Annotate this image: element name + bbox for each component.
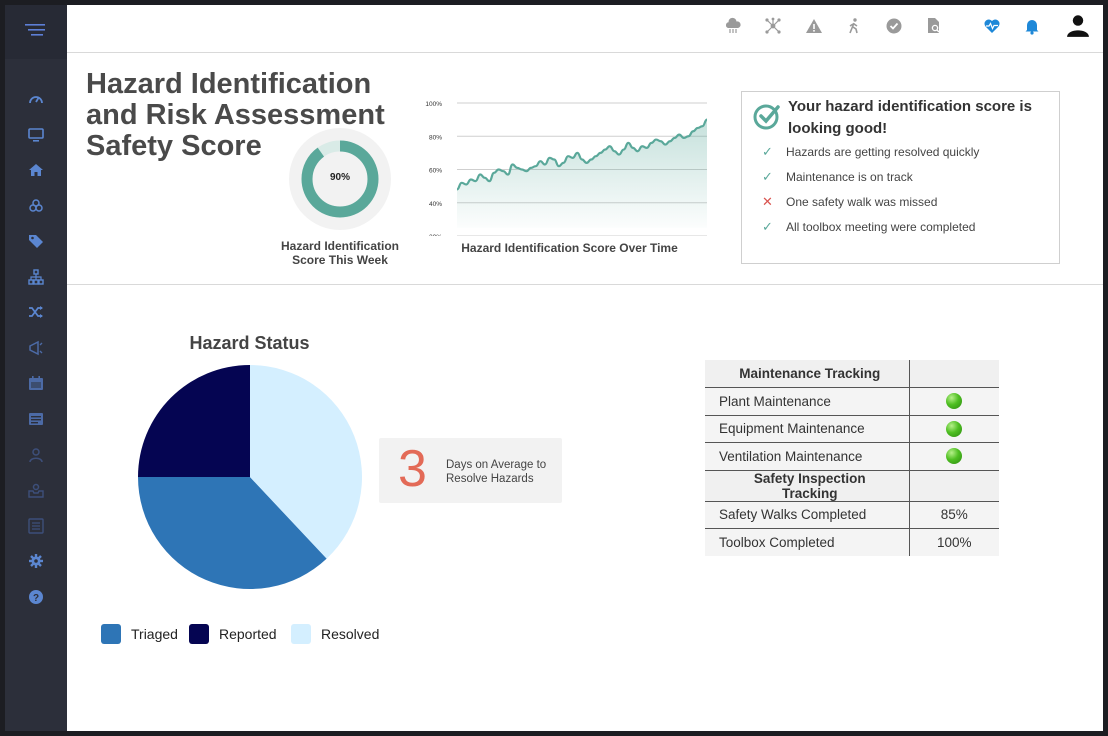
legend-label: Resolved (321, 626, 380, 642)
table-row: Toolbox Completed 100% (705, 528, 999, 556)
summary-item-text: All toolbox meeting were completed (786, 220, 976, 234)
menu-icon[interactable] (25, 23, 47, 41)
row-value: 85% (908, 501, 999, 529)
status-cell (908, 415, 999, 443)
kpi-text: Days on Average to Resolve Hazards (446, 459, 547, 485)
bell-icon[interactable] (1021, 15, 1043, 37)
megaphone-icon[interactable] (5, 340, 67, 356)
dashboard-icon[interactable] (5, 91, 67, 107)
section-divider (67, 284, 1103, 285)
y-tick-label: 100% (425, 101, 442, 108)
summary-item-text: One safety walk was missed (786, 195, 938, 209)
table-row: Safety Walks Completed 85% (705, 501, 999, 529)
table-row: Equipment Maintenance (705, 415, 999, 443)
y-tick-label: 20% (429, 234, 442, 236)
check-icon: ✓ (762, 169, 773, 184)
calendar-icon[interactable] (5, 375, 67, 391)
reported-swatch (189, 624, 209, 644)
score-over-time-chart: 100% 80% 60% 40% 20% (425, 101, 708, 236)
row-label: Safety Walks Completed (705, 501, 909, 529)
maintenance-tracking-header: Maintenance Tracking (705, 360, 909, 388)
row-label: Ventilation Maintenance (705, 442, 909, 471)
checklist-icon[interactable] (5, 518, 67, 534)
monitor-icon[interactable] (5, 127, 67, 143)
hazard-status-pie (138, 365, 363, 589)
summary-title: Your hazard identification score is look… (788, 98, 1032, 137)
list-card-icon[interactable] (5, 411, 67, 427)
top-bar (67, 5, 1103, 53)
hazard-status-title: Hazard Status (189, 333, 310, 353)
resolved-swatch (291, 624, 311, 644)
report-search-icon[interactable] (923, 15, 945, 37)
summary-item: ✓ Hazards are getting resolved quickly (762, 144, 979, 160)
green-status-icon (946, 448, 963, 465)
svg-text:?: ? (33, 593, 39, 604)
legend-item-triaged: Triaged (101, 624, 178, 644)
tracking-table: Maintenance Tracking Plant Maintenance E… (705, 360, 999, 556)
status-cell (908, 387, 999, 416)
score-value: 90% (329, 172, 350, 183)
user-icon[interactable] (5, 447, 67, 463)
y-tick-label: 40% (429, 201, 442, 208)
legend-label: Triaged (131, 626, 178, 642)
shuffle-icon[interactable] (5, 304, 67, 320)
score-caption: Hazard Identification Score This Week (280, 239, 399, 267)
green-status-icon (946, 393, 963, 410)
row-value: 100% (908, 528, 999, 556)
check-circle-icon[interactable] (883, 15, 905, 37)
kpi-number: 3 (398, 440, 427, 498)
header-empty-cell (908, 470, 999, 502)
row-label: Plant Maintenance (705, 387, 909, 416)
check-badge-icon (753, 104, 780, 130)
table-row: Plant Maintenance (705, 387, 999, 416)
triaged-swatch (101, 624, 121, 644)
check-icon: ✓ (762, 144, 773, 159)
table-header-row: Maintenance Tracking (705, 360, 999, 388)
score-donut: 90% (289, 128, 391, 230)
safety-inspection-header: Safety Inspection Tracking (705, 470, 909, 502)
row-label: Equipment Maintenance (705, 415, 909, 443)
legend-label: Reported (219, 626, 277, 642)
gear-icon[interactable] (5, 553, 67, 569)
sidebar: ? (5, 5, 67, 731)
cloud-icon[interactable] (722, 15, 744, 37)
sidebar-header (5, 5, 67, 59)
summary-item-text: Maintenance is on track (786, 170, 913, 184)
summary-item-text: Hazards are getting resolved quickly (786, 145, 980, 159)
tags-icon[interactable] (5, 233, 67, 249)
table-row: Ventilation Maintenance (705, 442, 999, 471)
cross-icon: ✕ (762, 194, 773, 209)
summary-item: ✓ All toolbox meeting were completed (762, 219, 975, 235)
org-chart-icon[interactable] (5, 269, 67, 285)
legend-item-reported: Reported (189, 624, 277, 644)
summary-item: ✕ One safety walk was missed (762, 194, 937, 210)
heartbeat-icon[interactable] (981, 15, 1003, 37)
legend-item-resolved: Resolved (291, 624, 379, 644)
y-tick-label: 80% (429, 134, 442, 141)
status-cell (908, 442, 999, 471)
warning-icon[interactable] (803, 15, 825, 37)
check-icon: ✓ (762, 219, 773, 234)
avg-resolve-kpi: 3 Days on Average to Resolve Hazards (379, 438, 562, 503)
help-icon[interactable]: ? (5, 589, 67, 605)
user-icon[interactable] (1065, 13, 1091, 39)
green-status-icon (946, 420, 963, 437)
header-empty-cell (908, 360, 999, 388)
main-content: Hazard Identification and Risk Assessmen… (67, 5, 1103, 731)
pie-slice-reported (138, 365, 250, 477)
line-chart-title: Hazard Identification Score Over Time (461, 241, 678, 255)
y-tick-label: 60% (429, 168, 442, 175)
row-label: Toolbox Completed (705, 528, 909, 556)
biohazard-icon[interactable] (5, 198, 67, 214)
home-icon[interactable] (5, 162, 67, 178)
inbox-user-icon[interactable] (5, 482, 67, 498)
network-icon[interactable] (762, 15, 784, 37)
table-header-row: Safety Inspection Tracking (705, 470, 999, 502)
score-summary-card: Your hazard identification score is look… (741, 91, 1060, 264)
summary-item: ✓ Maintenance is on track (762, 169, 913, 185)
walking-person-icon[interactable] (843, 15, 865, 37)
